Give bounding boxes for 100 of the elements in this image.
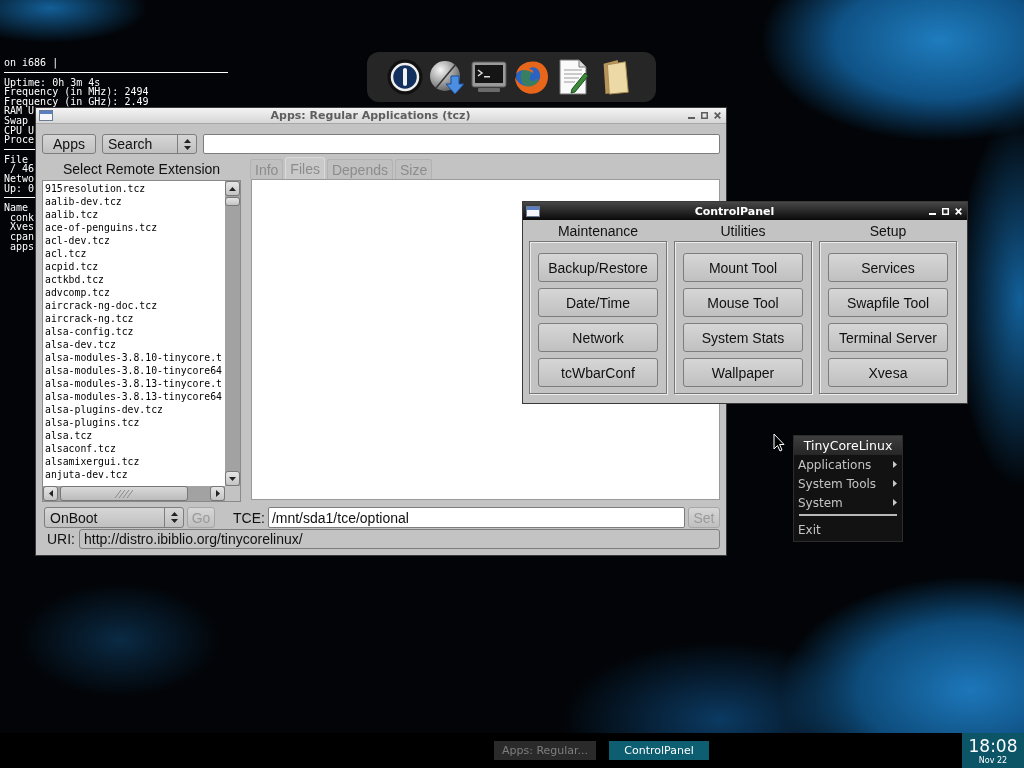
monitor-line: Frequency (in MHz): 2494 xyxy=(4,87,149,97)
tool-button[interactable]: tcWbarConf xyxy=(538,358,658,387)
menu-item[interactable]: System Tools xyxy=(794,474,902,493)
group-label: Setup xyxy=(869,222,907,239)
monitor-line: cpan xyxy=(10,231,35,242)
tool-button[interactable]: Terminal Server xyxy=(828,323,948,352)
list-item[interactable]: alsa-modules-3.8.10-tinycore64 xyxy=(43,364,225,377)
search-mode-dropdown[interactable]: Search xyxy=(102,134,197,154)
monitor-line: / 46 xyxy=(10,164,35,174)
menu-title: TinyCoreLinux xyxy=(794,436,902,455)
monitor-line: File xyxy=(4,154,29,165)
field-label: TCE: xyxy=(233,509,265,526)
scroll-left-button[interactable] xyxy=(43,486,58,501)
up-down-caret-icon xyxy=(183,138,191,150)
right-caret-icon xyxy=(215,490,220,497)
terminal-icon[interactable] xyxy=(471,59,507,95)
monitor-line: Swap xyxy=(4,115,29,126)
vertical-scrollbar[interactable] xyxy=(225,181,240,486)
grip-lines-icon xyxy=(115,489,133,498)
list-item[interactable]: 915resolution.tcz xyxy=(43,182,225,195)
tool-button[interactable]: Backup/Restore xyxy=(538,253,658,282)
list-item[interactable]: acpid.tcz xyxy=(43,260,225,273)
list-item[interactable]: actkbd.tcz xyxy=(43,273,225,286)
list-item[interactable]: aircrack-ng-doc.tcz xyxy=(43,299,225,312)
scrollbar-corner xyxy=(225,486,240,501)
tool-button[interactable]: Wallpaper xyxy=(683,358,803,387)
tool-button[interactable]: Mount Tool xyxy=(683,253,803,282)
horizontal-scrollbar[interactable] xyxy=(43,486,225,501)
list-item[interactable]: alsa-plugins-dev.tcz xyxy=(43,403,225,416)
list-item[interactable]: alsaconf.tcz xyxy=(43,442,225,455)
monitor-line: conk xyxy=(10,212,35,223)
scroll-right-button[interactable] xyxy=(210,486,225,501)
monitor-line: apps xyxy=(10,241,35,252)
monitor-line: Netwo xyxy=(4,173,35,184)
list-item[interactable]: anjuta-dev.tcz xyxy=(43,468,225,481)
search-field[interactable] xyxy=(203,134,720,154)
list-item[interactable]: alsa-config.tcz xyxy=(43,325,225,338)
left-caret-icon xyxy=(48,490,53,497)
scroll-down-button[interactable] xyxy=(225,471,240,486)
task-button[interactable]: Apps: Regular... xyxy=(494,741,596,760)
tool-button[interactable]: Xvesa xyxy=(828,358,948,387)
menu-item[interactable]: Applications xyxy=(794,455,902,474)
monitor-line: Xves xyxy=(10,222,35,232)
monitor-line: Frequency (in GHz): 2.49 xyxy=(4,96,149,107)
submenu-arrow-icon xyxy=(893,461,897,468)
tool-button[interactable]: Mouse Tool xyxy=(683,288,803,317)
list-item[interactable]: acl-dev.tcz xyxy=(43,234,225,247)
monitor-line: RAM U xyxy=(4,106,35,116)
power-button-icon[interactable] xyxy=(387,59,423,95)
menu-item[interactable]: Exit xyxy=(794,520,902,539)
monitor-line: Proce xyxy=(4,135,35,145)
tool-button[interactable]: Date/Time xyxy=(538,288,658,317)
submenu-arrow-icon xyxy=(893,499,897,506)
tool-button[interactable]: Services xyxy=(828,253,948,282)
window-icon[interactable] xyxy=(526,205,540,217)
submenu-arrow-icon xyxy=(893,480,897,487)
mouse-pointer-icon xyxy=(773,433,785,452)
list-item[interactable]: alsa.tcz xyxy=(43,429,225,442)
group-label: Maintenance xyxy=(557,222,639,239)
monitor-line: Name xyxy=(4,203,29,213)
list-item[interactable]: aalib-dev.tcz xyxy=(43,195,225,208)
field-label: URI: xyxy=(47,531,75,547)
window-title: Apps: Regular Applications (tcz) xyxy=(270,109,471,122)
uri-field[interactable]: http://distro.ibiblio.org/tinycorelinux/ xyxy=(79,529,720,549)
list-item[interactable]: aalib.tcz xyxy=(43,208,225,221)
list-item[interactable]: alsa-modules-3.8.13-tinycore.t xyxy=(43,377,225,390)
list-item[interactable]: alsa-modules-3.8.10-tinycore.t xyxy=(43,351,225,364)
tool-button[interactable]: Network xyxy=(538,323,658,352)
monitor-line: Up: 0 xyxy=(4,183,35,194)
tool-button[interactable]: Swapfile Tool xyxy=(828,288,948,317)
up-down-caret-icon xyxy=(170,512,178,523)
list-item[interactable]: acl.tcz xyxy=(43,247,225,260)
group-label: Utilities xyxy=(720,222,766,239)
apps-button[interactable]: Apps xyxy=(42,134,96,154)
scroll-up-button[interactable] xyxy=(225,181,240,196)
list-heading: Select Remote Extension xyxy=(62,160,221,177)
tce-path-field[interactable]: /mnt/sda1/tce/optional xyxy=(267,507,685,528)
boot-mode-dropdown[interactable]: OnBoot xyxy=(44,507,184,528)
menu-item[interactable]: System xyxy=(794,493,902,512)
list-item[interactable]: alsa-plugins.tcz xyxy=(43,416,225,429)
down-caret-icon xyxy=(229,476,236,481)
clock-date: Nov 22 xyxy=(978,755,1008,765)
list-item[interactable]: alsamixergui.tcz xyxy=(43,455,225,468)
list-item[interactable]: aircrack-ng.tcz xyxy=(43,312,225,325)
list-item[interactable]: ace-of-penguins.tcz xyxy=(43,221,225,234)
window-title: ControlPanel xyxy=(694,204,775,218)
minimize-icon[interactable] xyxy=(929,212,936,215)
task-button[interactable]: ControlPanel xyxy=(609,741,709,760)
scroll-thumb[interactable] xyxy=(60,486,188,501)
globe-icon[interactable] xyxy=(513,59,549,95)
scroll-thumb[interactable] xyxy=(225,197,240,206)
clock-time: 18:08 xyxy=(968,736,1018,756)
list-item[interactable]: advcomp.tcz xyxy=(43,286,225,299)
list-item[interactable]: alsa-modules-3.8.13-tinycore64 xyxy=(43,390,225,403)
monitor-line: Uptime: 0h 3m 4s xyxy=(4,77,101,88)
disc-down-arrow-icon[interactable] xyxy=(429,59,465,95)
tool-button[interactable]: System Stats xyxy=(683,323,803,352)
monitor-line: on i686 | xyxy=(4,58,59,68)
up-caret-icon xyxy=(229,186,236,191)
list-item[interactable]: alsa-dev.tcz xyxy=(43,338,225,351)
